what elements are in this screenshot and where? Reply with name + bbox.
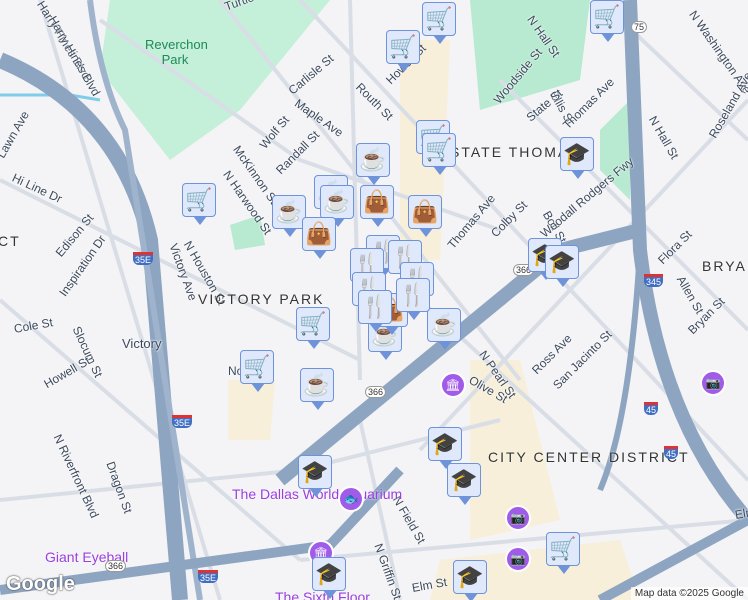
highway-shield-i35e: 35E [198, 570, 219, 583]
poi-pin-icon[interactable]: 🏛 [440, 372, 466, 398]
education-marker[interactable]: 🎓 [560, 137, 594, 179]
education-marker[interactable]: 🎓 [447, 463, 481, 505]
highway-shield-i35e: 35E [172, 415, 193, 428]
highway-shield-sh366: 366 [365, 386, 387, 398]
cafe-icon: ☕ [303, 372, 331, 397]
poi-pin-icon[interactable]: 📷 [505, 546, 531, 572]
shopping-bag-icon: 👜 [411, 199, 439, 224]
map[interactable]: Harry Hines Blvd Harry Hines Blvd Maple Av… [0, 0, 748, 600]
education-marker[interactable]: 🎓 [298, 455, 332, 497]
shopping-bag-marker[interactable]: 👜 [360, 185, 394, 227]
area-label: BRYAN [702, 258, 748, 274]
cafe-marker[interactable]: ☕ [320, 185, 354, 227]
restaurant-marker[interactable]: 🍴 [396, 278, 430, 320]
grocery-icon: 🛒 [185, 187, 213, 212]
shopping-bag-marker[interactable]: 👜 [408, 195, 442, 237]
restaurant-icon: 🍴 [361, 294, 389, 319]
grocery-icon: 🛒 [243, 354, 271, 379]
education-icon: 🎓 [315, 561, 343, 586]
shopping-bag-marker[interactable]: 👜 [302, 217, 336, 259]
cafe-marker[interactable]: ☕ [427, 308, 461, 350]
area-label: VICTORY PARK [198, 291, 325, 307]
education-marker[interactable]: 🎓 [453, 560, 487, 600]
education-icon: 🎓 [301, 459, 329, 484]
restaurant-marker[interactable]: 🍴 [358, 290, 392, 332]
education-icon: 🎓 [548, 249, 576, 274]
education-icon: 🎓 [563, 141, 591, 166]
map-attribution[interactable]: Map data ©2025 Google [630, 587, 748, 600]
highway-shield-i35e: 35E [133, 252, 154, 265]
grocery-icon: 🛒 [593, 4, 621, 29]
google-logo: Google [6, 573, 75, 595]
cafe-icon: ☕ [430, 312, 458, 337]
grocery-icon: 🛒 [425, 137, 453, 162]
poi-pin-icon[interactable]: 📷 [700, 370, 726, 396]
grocery-marker[interactable]: 🛒 [182, 183, 216, 225]
cafe-marker[interactable]: ☕ [272, 195, 306, 237]
grocery-marker[interactable]: 🛒 [546, 532, 580, 574]
shopping-bag-icon: 👜 [305, 221, 333, 246]
grocery-icon: 🛒 [549, 536, 577, 561]
park-label: Reverchon Park [145, 37, 208, 67]
area-label: CITY CENTER DISTRICT [488, 449, 690, 465]
poi-pin-icon[interactable]: 📷 [505, 505, 531, 531]
grocery-marker[interactable]: 🛒 [296, 307, 330, 349]
shopping-bag-icon: 👜 [363, 189, 391, 214]
highway-shield-i45: 45 [664, 446, 679, 459]
education-icon: 🎓 [450, 467, 478, 492]
restaurant-icon: 🍴 [399, 282, 427, 307]
cafe-icon: ☕ [323, 189, 351, 214]
grocery-marker[interactable]: 🛒 [422, 133, 456, 175]
poi-pin-icon[interactable]: 🐟 [338, 486, 364, 512]
grocery-marker[interactable]: 🛒 [386, 30, 420, 72]
poi-label: The Sixth Floor [275, 589, 370, 600]
cafe-icon: ☕ [359, 147, 387, 172]
cafe-icon: ☕ [275, 199, 303, 224]
education-icon: 🎓 [456, 564, 484, 589]
education-marker[interactable]: 🎓 [545, 245, 579, 287]
grocery-marker[interactable]: 🛒 [422, 2, 456, 44]
street-label: Elm [733, 504, 748, 522]
grocery-marker[interactable]: 🛒 [240, 350, 274, 392]
poi-label: Giant Eyeball [45, 549, 129, 565]
grocery-icon: 🛒 [299, 311, 327, 336]
grocery-icon: 🛒 [389, 34, 417, 59]
grocery-marker[interactable]: 🛒 [590, 0, 624, 42]
education-marker[interactable]: 🎓 [428, 427, 462, 469]
education-icon: 🎓 [431, 431, 459, 456]
education-marker[interactable]: 🎓 [312, 557, 346, 599]
cafe-marker[interactable]: ☕ [300, 368, 334, 410]
area-label: CT [0, 233, 21, 249]
highway-shield-us75: 75 [631, 21, 648, 33]
transit-station-label: Victory [122, 336, 162, 351]
highway-shield-i45: 45 [644, 402, 659, 415]
grocery-icon: 🛒 [425, 6, 453, 31]
highway-shield-sh366: 366 [105, 560, 127, 572]
cafe-marker[interactable]: ☕ [356, 143, 390, 185]
highway-shield-i345: 345 [644, 274, 664, 287]
